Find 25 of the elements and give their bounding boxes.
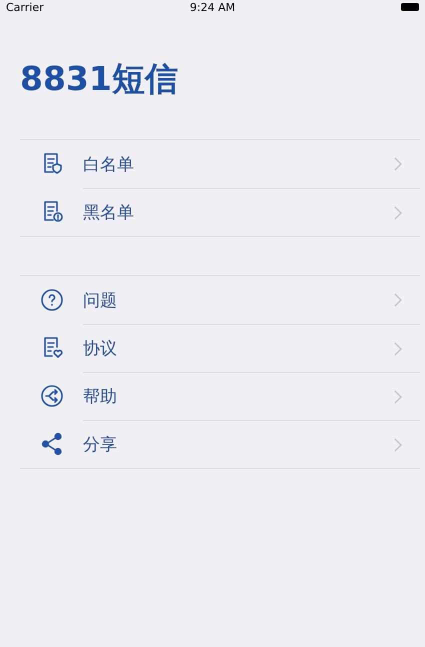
- chevron-icon: [394, 293, 402, 307]
- chevron-icon: [394, 206, 402, 220]
- menu-item[interactable]: 黑名单: [20, 188, 420, 236]
- menu-label: 协议: [83, 338, 118, 360]
- menu-item[interactable]: 分享: [20, 420, 420, 468]
- share-icon: [40, 432, 64, 456]
- menu-item[interactable]: 问题: [20, 276, 420, 324]
- status-time: 9:24 AM: [188, 0, 236, 14]
- chevron-icon: [394, 390, 402, 404]
- menu-item[interactable]: 白名单: [20, 140, 420, 188]
- battery-icon: [401, 3, 420, 11]
- menu-label: 问题: [83, 290, 118, 312]
- carrier-label: Carrier: [6, 0, 45, 14]
- chevron-icon: [394, 438, 402, 452]
- menu-item[interactable]: 帮助: [20, 372, 420, 420]
- chevron-icon: [394, 157, 402, 171]
- menu-label: 帮助: [83, 386, 118, 408]
- menu-label: 白名单: [83, 154, 135, 176]
- menu-label: 黑名单: [83, 202, 135, 224]
- app-title: 8831短信: [20, 62, 178, 95]
- menu-item[interactable]: 协议: [20, 324, 420, 372]
- question-icon: [40, 288, 64, 312]
- chevron-icon: [394, 342, 402, 356]
- branch-circle-icon: [40, 384, 64, 408]
- menu-label: 分享: [83, 434, 118, 456]
